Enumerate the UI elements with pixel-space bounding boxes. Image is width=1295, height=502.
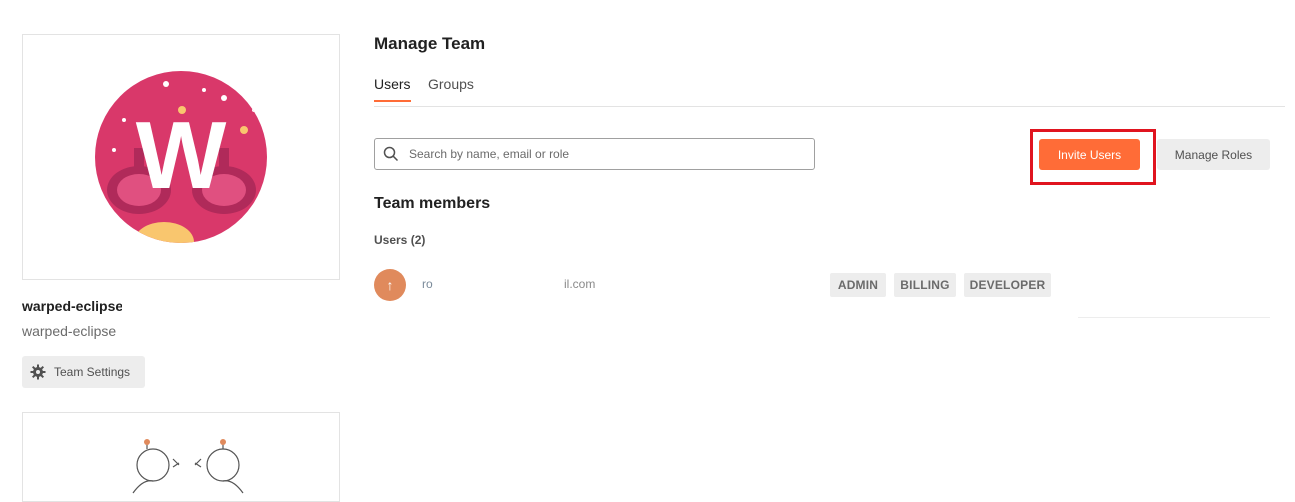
team-settings-button[interactable]: Team Settings xyxy=(22,356,145,388)
illustration-card xyxy=(22,412,340,502)
tab-bar: Users Groups xyxy=(374,76,1285,107)
row-divider xyxy=(1078,317,1270,318)
team-avatar-image: W xyxy=(95,71,267,243)
team-avatar-card: W xyxy=(22,34,340,280)
invite-users-button[interactable]: Invite Users xyxy=(1039,139,1140,170)
team-members-heading: Team members xyxy=(374,195,491,212)
role-badge-admin: ADMIN xyxy=(830,273,886,297)
member-avatar: ↑ xyxy=(374,269,406,301)
member-email-start: ro xyxy=(422,277,433,291)
search-box[interactable] xyxy=(374,138,815,170)
astronauts-illustration xyxy=(132,439,244,494)
tab-groups[interactable]: Groups xyxy=(428,76,474,100)
role-badge-developer: DEVELOPER xyxy=(964,273,1051,297)
manage-roles-button[interactable]: Manage Roles xyxy=(1157,139,1270,170)
team-name: warped-eclipse xyxy=(22,298,122,314)
team-settings-label: Team Settings xyxy=(54,365,131,379)
page-title: Manage Team xyxy=(374,34,486,53)
tab-users[interactable]: Users xyxy=(374,76,411,102)
search-input[interactable] xyxy=(407,146,811,162)
member-email-end: il.com xyxy=(564,277,596,291)
gear-icon xyxy=(30,364,46,380)
search-icon xyxy=(383,146,399,162)
member-row[interactable]: ↑ ro il.com ADMIN BILLING DEVELOPER xyxy=(374,268,1274,302)
role-badge-billing: BILLING xyxy=(894,273,956,297)
team-domain: warped-eclipse xyxy=(22,323,117,339)
avatar-letter: W xyxy=(136,102,227,209)
users-count-label: Users (2) xyxy=(374,233,426,247)
